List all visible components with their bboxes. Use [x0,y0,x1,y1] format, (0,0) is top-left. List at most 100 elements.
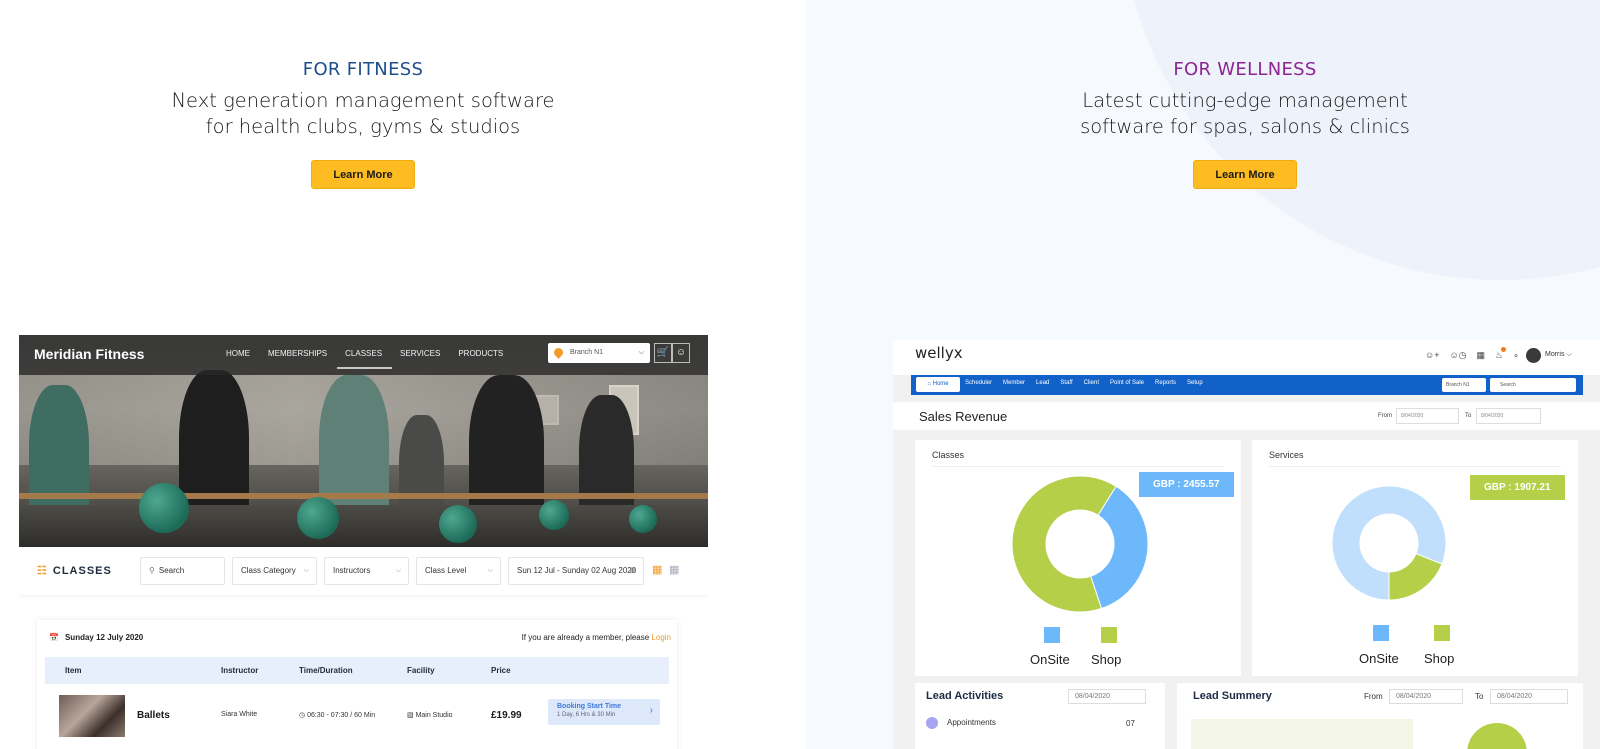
services-total-tag: GBP : 1907.21 [1470,475,1565,500]
legend-label-onsite: OnSite [1030,652,1070,667]
lead-summary-title: Lead Summery [1193,690,1272,702]
clock-icon: ◷ [299,712,308,719]
col-time: Time/Duration [299,666,353,675]
search-input[interactable]: Search [1490,378,1576,392]
nav-classes[interactable]: CLASSES [337,349,392,369]
date-range-value: Sun 12 Jul - Sunday 02 Aug 2020 [517,566,637,575]
fitness-tagline: Next generation management software for … [103,88,623,140]
fitness-hero: FOR FITNESS Next generation management s… [103,58,623,189]
legend-swatch-shop [1434,625,1450,641]
login-link[interactable]: Login [651,633,671,642]
menu-setup[interactable]: Setup [1187,380,1203,386]
instructors-select[interactable]: Instructors ⌵ [324,557,409,585]
search-input[interactable]: ⚲ Search [140,557,225,585]
chevron-right-icon: › [649,705,653,716]
date-range-picker[interactable]: Sun 12 Jul - Sunday 02 Aug 2020 ▦ [508,557,644,585]
lead-activities-date[interactable]: 08/04/2020 [1068,689,1146,704]
appointments-icon [926,717,938,729]
to-date-field[interactable]: 8/04/2020 [1476,408,1541,424]
wellyx-logo[interactable]: wellyx [915,344,963,362]
exercise-ball [539,500,569,530]
user-icon[interactable]: ☺ [672,343,690,363]
lead-summary-card: Lead Summery From 08/04/2020 To 08/04/20… [1177,683,1583,749]
wellness-tagline: Latest cutting-edge management software … [985,88,1505,140]
class-time: ◷ 06:30 - 07:30 / 60 Min [299,711,375,719]
to-label: To [1465,413,1472,419]
add-user-icon[interactable]: ☺+ [1425,350,1439,361]
avatar[interactable] [1526,348,1541,363]
col-price: Price [491,666,511,675]
branch-select[interactable]: Branch N1 ⌵ [548,343,650,363]
ballet-bar [19,493,708,499]
from-label: From [1378,413,1392,419]
search-icon: ⚲ [149,566,155,575]
grid-view-icon[interactable]: ▦ [669,564,681,576]
classes-section-title: ☷ CLASSES [37,564,112,577]
from-date-field[interactable]: 8/04/2020 [1396,408,1459,424]
classes-filter-bar: ☷ CLASSES ⚲ Search Class Category ⌵ Instruc… [19,547,708,595]
class-instructor: Siara White [221,711,258,718]
booking-start-button[interactable]: Booking Start Time 1 Day, 6 Hrs & 30 Min… [548,699,660,725]
location-pin-icon [552,346,565,359]
chevron-down-icon: ⌵ [395,567,401,574]
calendar-icon: 📅 [49,633,59,642]
brand-logo[interactable]: Meridian Fitness [34,346,144,362]
share-icon[interactable]: ∘ [1513,350,1519,361]
menu-reports[interactable]: Reports [1155,380,1176,386]
wellyx-top-bar: wellyx ☺+ ☺◷ ▦ ♨ ∘ Morris ⌵ [893,340,1600,375]
wellyx-main-menu: ⌂ Home Scheduler Member Lead Staff Clien… [911,375,1583,395]
classes-total-tag: GBP : 2455.57 [1139,472,1234,497]
class-facility-text: Main Studio [415,712,453,719]
menu-home[interactable]: ⌂ Home [916,377,960,392]
menu-items: Scheduler Member Lead Staff Client Point… [965,380,1214,386]
lead-activity-label: Appointments [947,718,996,728]
user-menu[interactable]: Morris ⌵ [1545,351,1572,359]
page-title: Sales Revenue [919,409,1008,424]
class-category-value: Class Category [241,566,296,575]
fitness-app-screenshot: Meridian Fitness HOME MEMBERSHIPS CLASSE… [19,335,708,749]
menu-staff[interactable]: Staff [1060,380,1072,386]
bell-icon[interactable]: ♨ [1495,347,1507,361]
wellness-learn-more-button[interactable]: Learn More [1193,160,1297,189]
legend-swatch-onsite [1373,625,1389,641]
legend-label-onsite: OnSite [1359,651,1399,666]
table-row[interactable]: Ballets Siara White ◷ 06:30 - 07:30 / 60… [45,695,669,745]
nav-home[interactable]: HOME [226,349,250,358]
class-level-select[interactable]: Class Level ⌵ [416,557,501,585]
calendar-icon[interactable]: ▦ [1477,350,1486,361]
list-view-icon[interactable]: ▦ [652,564,664,576]
booking-title: Booking Start Time [557,703,622,710]
fitness-learn-more-button[interactable]: Learn More [311,160,415,189]
member-prompt-text: If you are already a member, please [521,633,650,642]
col-instructor: Instructor [221,666,259,675]
chevron-down-icon: ⌵ [487,567,493,574]
nav-memberships[interactable]: MEMBERSHIPS [268,349,327,358]
users-clock-icon[interactable]: ☺◷ [1449,350,1466,361]
menu-client[interactable]: Client [1084,380,1099,386]
user-name: Morris [1545,351,1565,358]
menu-member[interactable]: Member [1003,380,1025,386]
menu-scheduler[interactable]: Scheduler [965,380,992,386]
instructors-value: Instructors [333,566,371,575]
menu-point-of-sale[interactable]: Point of Sale [1110,380,1144,386]
branch-select-value: Branch N1 [570,349,604,356]
wellness-tagline-line2: software for spas, salons & clinics [1080,115,1410,138]
lead-summary-from-date[interactable]: 08/04/2020 [1389,689,1463,704]
nav-products[interactable]: PRODUCTS [458,349,503,358]
branch-select[interactable]: Branch N1 [1442,378,1486,392]
lead-activities-title: Lead Activities [926,690,1004,702]
calendar-icon: ▦ [629,567,636,574]
nav-services[interactable]: SERVICES [400,349,440,358]
exercise-ball [629,505,657,533]
lead-activities-card: Lead Activities 08/04/2020 Appointments … [915,683,1165,749]
wellness-eyebrow: FOR WELLNESS [1173,59,1317,80]
menu-home-label: Home [932,381,949,387]
class-category-select[interactable]: Class Category ⌵ [232,557,317,585]
lead-summary-to-date[interactable]: 08/04/2020 [1490,689,1568,704]
cart-icon[interactable]: 🛒 [654,343,672,363]
lead-summary-donut [1467,723,1527,749]
main-nav: HOME MEMBERSHIPS CLASSES SERVICES PRODUC… [226,349,521,369]
menu-lead[interactable]: Lead [1036,380,1049,386]
member-prompt: If you are already a member, please Logi… [522,633,671,642]
exercise-ball [139,483,189,533]
